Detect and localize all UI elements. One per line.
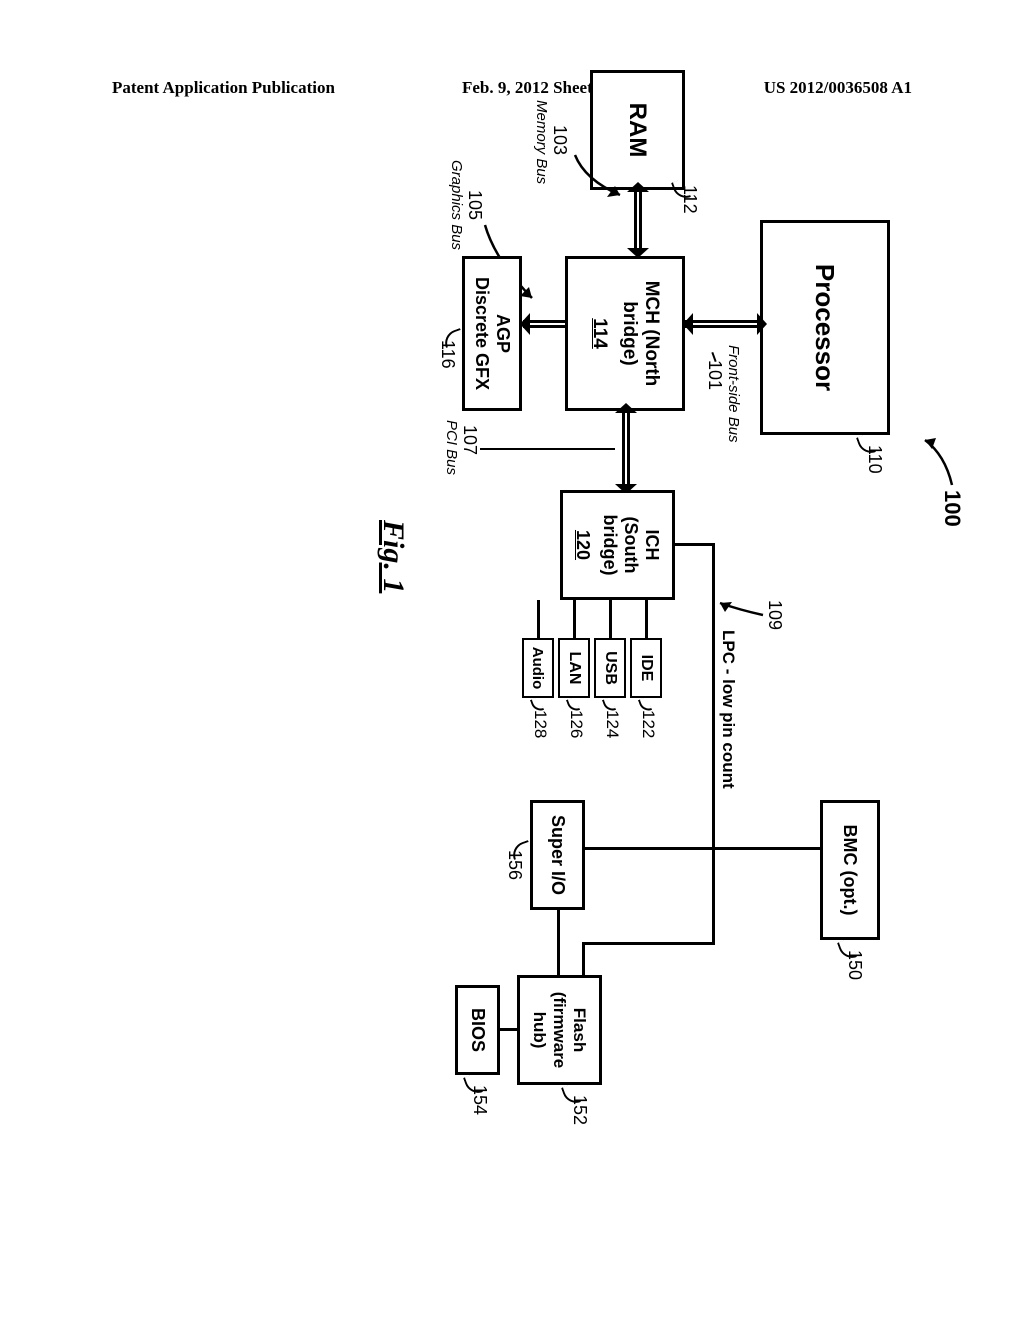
flash-label-2: (firmware [550,992,570,1069]
usb-ref: 124 [602,710,622,738]
processor-block: Processor [760,220,890,435]
ich-label-1: ICH [642,530,663,561]
lpc-line-v [675,543,715,546]
lan-block: LAN [558,638,590,698]
lpc-label: LPC - low pin count [718,630,738,789]
figure-1-diagram: Processor 110 100 Front-side Bus 101 RAM… [10,290,1010,1050]
lpc-ref-arrow [715,600,765,630]
gfxbus-label: Graphics Bus [448,160,465,250]
bios-conn-2 [499,1028,517,1031]
header-right: US 2012/0036508 A1 [764,78,912,98]
bios-conn-h [582,942,585,975]
bmc-conn [715,847,820,850]
membus-label: Memory Bus [533,100,550,184]
pcibus-ref: 107 [459,425,480,455]
memory-bus [634,190,642,250]
mch-label-2: bridge) [618,301,640,365]
bios-block: BIOS [455,985,500,1075]
agp-block: AGP Discrete GFX [462,256,522,411]
membus-arrow [570,150,625,200]
fsb-ref: 101 [704,360,725,390]
ram-label: RAM [624,103,652,158]
pcibus-label: PCI Bus [443,420,460,475]
usb-label: USB [601,651,619,685]
audio-label: Audio [530,647,547,690]
ich-ref: 120 [573,530,594,560]
pci-bus [622,411,630,486]
ich-label-2: (South [621,517,642,574]
ich-label-3: bridge) [600,515,621,576]
superio-label: Super I/O [547,815,568,895]
ide-block: IDE [630,638,662,698]
system-ref: 100 [939,490,965,527]
bios-label: BIOS [467,1008,488,1052]
pcibus-ref-lead [480,448,615,450]
ich-block: ICH (South bridge) 120 [560,490,675,600]
flash-label-1: Flash [570,1008,590,1052]
audio-ref: 128 [530,710,550,738]
system-ref-arrow [920,435,960,495]
figure-label: Fig. 1 [376,520,410,593]
header-left: Patent Application Publication [112,78,335,98]
lpc-ref: 109 [764,600,785,630]
mch-label-1: MCH (North [640,281,662,387]
ide-ref: 122 [638,710,658,738]
bmc-label: BMC (opt.) [840,825,861,916]
flash-label-3: hub) [530,1012,550,1049]
processor-label: Processor [810,264,841,391]
flash-block: Flash (firmware hub) [517,975,602,1085]
fsb-label: Front-side Bus [725,345,742,443]
lan-ref: 126 [566,710,586,738]
gfxbus-ref: 105 [464,190,485,220]
ide-label: IDE [637,655,655,682]
bmc-block: BMC (opt.) [820,800,880,940]
membus-ref: 103 [549,125,570,155]
usb-block: USB [594,638,626,698]
flash-conn [557,910,560,975]
agp-label-2: Discrete GFX [471,277,492,390]
mch-block: MCH (North bridge) 114 [565,256,685,411]
agp-label-1: AGP [492,314,513,353]
superio-block: Super I/O [530,800,585,910]
audio-block: Audio [522,638,554,698]
lan-label: LAN [565,652,583,685]
superio-conn [585,847,715,850]
bios-conn-v [585,942,715,945]
mch-ref: 114 [588,318,610,349]
fsb-bus [685,320,760,328]
